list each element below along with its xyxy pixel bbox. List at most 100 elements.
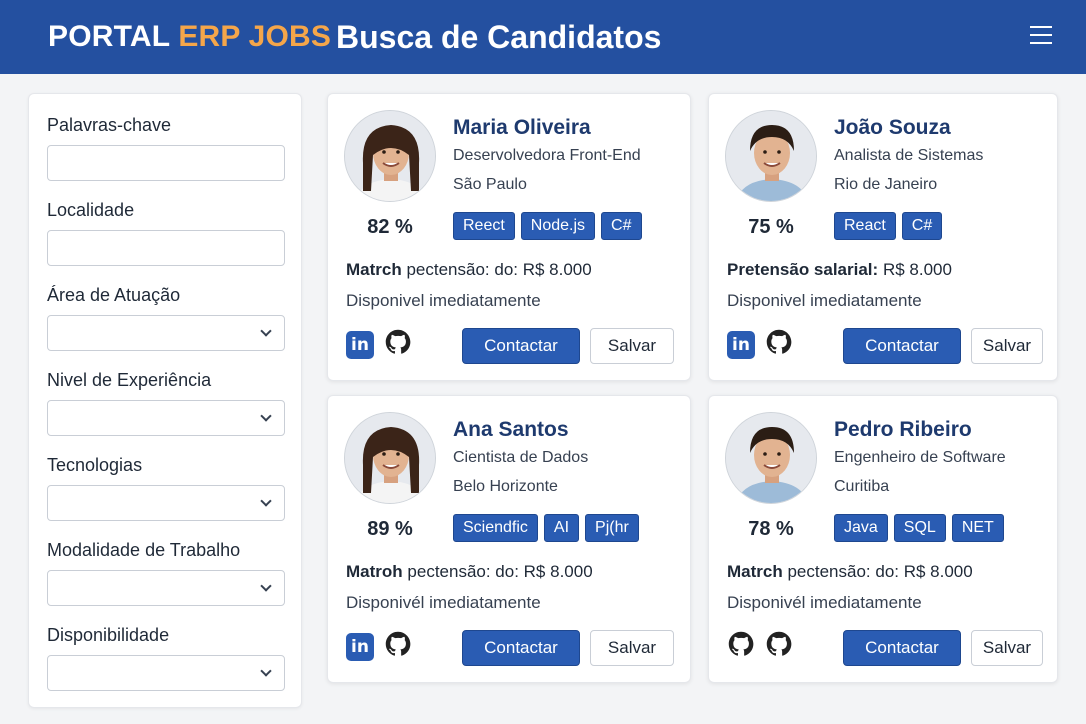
linkedin-icon[interactable]: in xyxy=(727,330,755,359)
skill-tag[interactable]: AI xyxy=(543,514,580,542)
save-button[interactable]: Salvar xyxy=(971,630,1043,666)
github-icon[interactable] xyxy=(384,630,412,663)
skill-tag[interactable]: Pj(hr xyxy=(585,514,639,542)
filter-label: Disponibilidade xyxy=(47,625,170,645)
skill-tag[interactable]: SQL xyxy=(893,514,946,542)
salary-text: pectensão: do: R$ 8.000 xyxy=(787,562,973,581)
contact-button[interactable]: Contactar xyxy=(843,630,961,666)
skill-tag[interactable]: Reect xyxy=(453,212,515,240)
skill-tags: Sciendfic AI Pj(hr xyxy=(453,514,639,542)
salary-text: pectensão: do: R$ 8.000 xyxy=(406,260,592,279)
candidate-role: Analista de Sistemas xyxy=(834,147,984,164)
brand-part2: ERP JOBS xyxy=(178,20,332,53)
availability-text: Disponivél imediatamente xyxy=(727,593,922,612)
filter-label: Tecnologias xyxy=(47,455,143,475)
availability-select[interactable] xyxy=(47,655,285,691)
brand-logo[interactable]: PORTAL ERP JOBS xyxy=(48,20,331,54)
filter-work-mode: Modalidade de Trabalho xyxy=(47,539,287,606)
github-icon[interactable] xyxy=(727,630,755,663)
filter-technologies: Tecnologias xyxy=(47,454,287,521)
github-icon[interactable] xyxy=(765,328,793,361)
candidate-city: Rio de Janeiro xyxy=(834,176,938,193)
skill-tag[interactable]: React xyxy=(834,212,896,240)
chevron-down-icon xyxy=(260,580,272,592)
save-button[interactable]: Salvar xyxy=(590,328,674,364)
avatar xyxy=(725,110,817,202)
save-button[interactable]: Salvar xyxy=(971,328,1043,364)
social-links: in xyxy=(346,328,412,361)
candidate-card: 78 % Pedro Ribeiro Engenheiro de Software C… xyxy=(708,395,1058,683)
match-score: 75 % xyxy=(748,216,794,238)
availability-text: Disponivel imediatamente xyxy=(346,291,541,310)
candidate-card: 75 % João Souza Analista de Sistemas Rio de… xyxy=(708,93,1058,381)
candidate-role: Cientista de Dados xyxy=(453,449,589,466)
salary-expectation: Pretensão salarial: R$ 8.000 xyxy=(727,260,952,280)
candidate-name[interactable]: João Souza xyxy=(834,116,951,140)
social-links: in xyxy=(346,630,412,663)
technologies-select[interactable] xyxy=(47,485,285,521)
skill-tag[interactable]: C# xyxy=(601,212,642,240)
candidate-card: 82 % Maria Oliveira Deservolvedora Front-E… xyxy=(327,93,691,381)
chevron-down-icon xyxy=(260,495,272,507)
candidate-name[interactable]: Maria Oliveira xyxy=(453,116,591,140)
filter-experience: Nivel de Experiência xyxy=(47,369,287,436)
availability-text: Disponivel imediatamente xyxy=(727,291,922,310)
match-score: 89 % xyxy=(367,518,413,540)
location-input[interactable] xyxy=(48,231,284,265)
chevron-down-icon xyxy=(260,665,272,677)
github-icon[interactable] xyxy=(384,328,412,361)
linkedin-icon[interactable]: in xyxy=(346,632,374,661)
filter-location: Localidade xyxy=(47,199,287,266)
salary-label: Matrch xyxy=(346,260,402,279)
salary-expectation: Matrch pectensão: do: R$ 8.000 xyxy=(346,260,592,280)
avatar xyxy=(344,412,436,504)
candidate-city: São Paulo xyxy=(453,176,527,193)
skill-tag[interactable]: NET xyxy=(951,514,1004,542)
filter-label: Palavras-chave xyxy=(47,115,172,135)
filter-label: Área de Atuação xyxy=(47,285,181,305)
filters-sidebar: Palavras-chave Localidade Área de Atuaçã… xyxy=(28,93,302,708)
candidate-city: Belo Horizonte xyxy=(453,478,558,495)
skill-tags: React C# xyxy=(834,212,943,240)
skill-tags: Reect Node.js C# xyxy=(453,212,642,240)
skill-tag[interactable]: Java xyxy=(834,514,888,542)
social-links xyxy=(727,630,793,663)
linkedin-icon[interactable]: in xyxy=(346,330,374,359)
chevron-down-icon xyxy=(260,325,272,337)
candidate-name[interactable]: Pedro Ribeiro xyxy=(834,418,972,442)
social-links: in xyxy=(727,328,793,361)
save-button[interactable]: Salvar xyxy=(590,630,674,666)
candidate-role: Engenheiro de Software xyxy=(834,449,1006,466)
chevron-down-icon xyxy=(260,410,272,422)
keywords-input[interactable] xyxy=(48,146,284,180)
filter-label: Localidade xyxy=(47,200,135,220)
contact-button[interactable]: Contactar xyxy=(462,328,580,364)
skill-tag[interactable]: C# xyxy=(901,212,943,240)
salary-expectation: Matroh pectensão: do: R$ 8.000 xyxy=(346,562,593,582)
contact-button[interactable]: Contactar xyxy=(462,630,580,666)
github-icon[interactable] xyxy=(765,630,793,663)
top-header: PORTAL ERP JOBS Busca de Candidatos xyxy=(0,0,1086,74)
salary-expectation: Matrch pectensão: do: R$ 8.000 xyxy=(727,562,973,582)
candidate-name[interactable]: Ana Santos xyxy=(453,418,569,442)
filter-label: Nivel de Experiência xyxy=(47,370,212,390)
match-score: 82 % xyxy=(367,216,413,238)
skill-tags: Java SQL NET xyxy=(834,514,1004,542)
filter-keywords: Palavras-chave xyxy=(47,114,287,181)
filter-area: Área de Atuação xyxy=(47,284,287,351)
contact-button[interactable]: Contactar xyxy=(843,328,961,364)
candidate-city: Curitiba xyxy=(834,478,890,495)
work-mode-select[interactable] xyxy=(47,570,285,606)
page-title: Busca de Candidatos xyxy=(336,19,662,55)
brand-part1: PORTAL xyxy=(48,20,170,53)
experience-select[interactable] xyxy=(47,400,285,436)
skill-tag[interactable]: Sciendfic xyxy=(453,514,538,542)
area-select[interactable] xyxy=(47,315,285,351)
avatar xyxy=(344,110,436,202)
salary-label: Matroh xyxy=(346,562,403,581)
candidate-role: Deservolvedora Front-End xyxy=(453,147,641,164)
salary-label: Matrch xyxy=(727,562,783,581)
skill-tag[interactable]: Node.js xyxy=(520,212,596,240)
salary-text: pectensão: do: R$ 8.000 xyxy=(407,562,593,581)
hamburger-menu-icon[interactable] xyxy=(1030,26,1054,48)
